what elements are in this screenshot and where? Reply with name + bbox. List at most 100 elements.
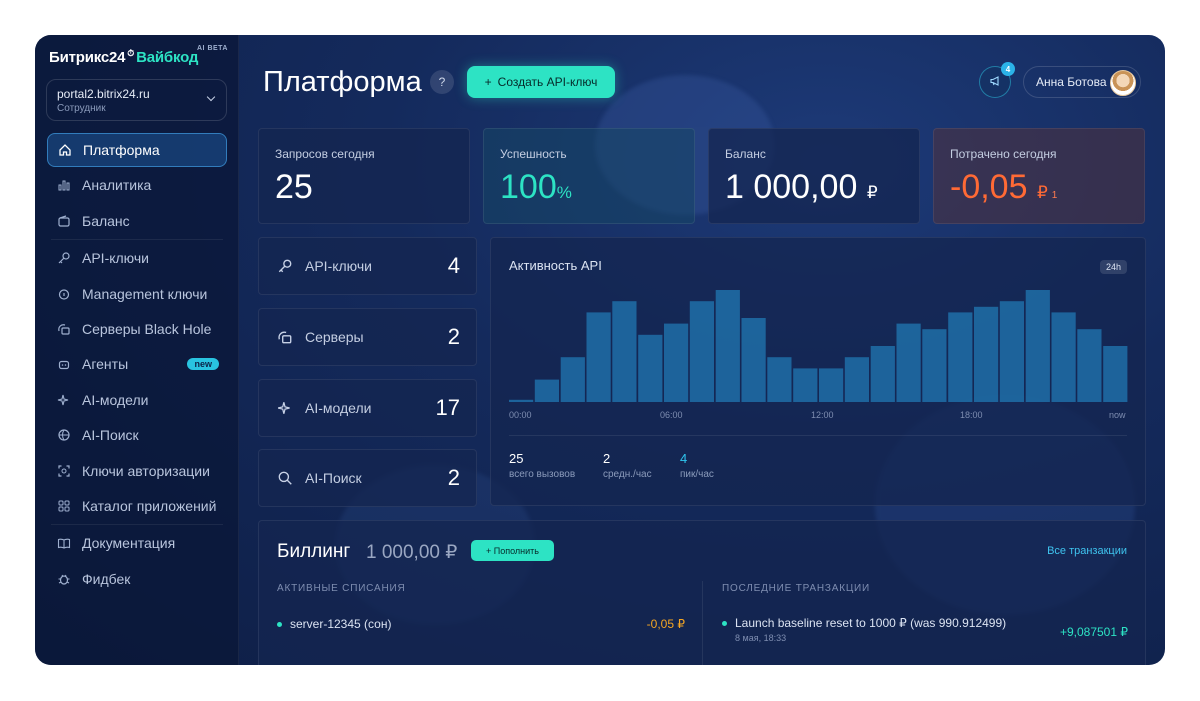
summary-count: 2: [447, 324, 460, 349]
list-item[interactable]: server-12345 (сон) -0,05 ₽: [277, 617, 685, 631]
chart-bar: [1051, 312, 1076, 402]
new-badge: new: [187, 358, 219, 371]
summary-count: 4: [447, 253, 460, 278]
chart-stat-avg: 2 средн./час: [603, 451, 652, 480]
key-icon: [277, 258, 293, 274]
summary-label: API-ключи: [305, 258, 372, 274]
portal-selector[interactable]: portal2.bitrix24.ru Сотрудник: [46, 79, 227, 121]
brand-name: Битрикс24: [49, 49, 126, 66]
sparkle-icon: [57, 393, 71, 407]
create-api-key-button[interactable]: + Создать API-ключ: [467, 66, 615, 98]
activity-bar-chart: [509, 290, 1128, 402]
sidebar-item-app-catalog[interactable]: Каталог приложений: [47, 489, 227, 523]
api-activity-chart-card: Активность API 24h 00:00 06:00 12:00 18:…: [490, 237, 1146, 506]
grid-icon: [57, 499, 71, 513]
notification-count-badge: 4: [1001, 62, 1015, 76]
stat-label: Успешность: [500, 147, 567, 161]
sidebar-item-label: Серверы Black Hole: [82, 320, 212, 337]
summary-count: 17: [435, 395, 460, 420]
sidebar-item-label: Баланс: [82, 212, 130, 229]
sidebar-item-docs[interactable]: Документация: [47, 526, 227, 560]
billing-amount: 1 000,00 ₽: [366, 542, 458, 563]
sidebar-item-black-hole-servers[interactable]: Серверы Black Hole: [47, 312, 227, 346]
sidebar-item-platform[interactable]: Платформа: [47, 133, 227, 167]
summary-card-servers[interactable]: Серверы 2: [258, 308, 477, 366]
summary-card-api-keys[interactable]: API-ключи 4: [258, 237, 477, 295]
beta-badge: AI BETA: [197, 45, 228, 52]
robot-icon: [57, 357, 71, 371]
sidebar-item-feedback[interactable]: Фидбек: [47, 562, 227, 596]
stat-card-balance: Баланс 1 000,00 ₽: [708, 128, 920, 224]
chart-stat-value: 2: [603, 451, 611, 466]
globe-icon: [57, 428, 71, 442]
chart-bar: [844, 357, 869, 402]
bug-icon: [57, 572, 71, 586]
summary-card-ai-models[interactable]: AI-модели 17: [258, 379, 477, 437]
transaction-title: Launch baseline reset to 1000 ₽ (was 990…: [735, 616, 1007, 630]
sidebar-item-ai-search[interactable]: AI-Поиск: [47, 418, 227, 452]
billing-card: Биллинг 1 000,00 ₽ + Пополнить Все транз…: [258, 520, 1146, 665]
help-button[interactable]: ?: [430, 70, 454, 94]
active-charges-heading: АКТИВНЫЕ СПИСАНИЯ: [277, 583, 406, 594]
chart-bar: [560, 357, 585, 402]
chart-bar: [870, 346, 895, 402]
sparkle-icon: [277, 400, 293, 416]
face-id-icon: [57, 464, 71, 478]
status-dot: [722, 621, 727, 627]
sidebar-item-management-keys[interactable]: Management ключи: [47, 277, 227, 311]
all-transactions-link[interactable]: Все транзакции: [1047, 545, 1127, 557]
list-item[interactable]: Launch baseline reset to 1000 ₽ (was 990…: [722, 616, 1128, 643]
sidebar-item-auth-keys[interactable]: Ключи авторизации: [47, 454, 227, 488]
brand-product: Вайбкод: [136, 49, 199, 66]
stat-label: Баланс: [725, 147, 766, 161]
stat-number: 100: [500, 168, 557, 206]
sidebar-item-balance[interactable]: Баланс: [47, 204, 227, 238]
summary-card-ai-search[interactable]: AI-Поиск 2: [258, 449, 477, 507]
brand-logo[interactable]: Битрикс24 ⏱ Вайбкод AI BETA: [49, 45, 227, 66]
chart-bar: [767, 357, 792, 402]
chart-bar: [664, 323, 689, 402]
avatar: [1110, 70, 1136, 96]
chart-bar: [509, 399, 534, 402]
sidebar-item-api-keys[interactable]: API-ключи: [47, 241, 227, 275]
chart-bar: [638, 334, 663, 402]
nav-divider: [51, 524, 223, 526]
user-menu[interactable]: Анна Ботова: [1023, 66, 1141, 98]
clock-icon: ⏱: [127, 48, 135, 58]
top-up-button[interactable]: + Пополнить: [471, 540, 554, 561]
stat-label: Потрачено сегодня: [950, 147, 1057, 161]
summary-label: Серверы: [305, 329, 364, 345]
sidebar-item-label: AI-Поиск: [82, 427, 139, 444]
stat-value: 100%: [500, 168, 678, 207]
sidebar-item-ai-models[interactable]: AI-модели: [47, 383, 227, 417]
chart-bar: [819, 368, 844, 402]
user-name: Анна Ботова: [1036, 75, 1107, 89]
chart-bar: [612, 301, 637, 402]
sidebar-item-label: Фидбек: [82, 570, 131, 587]
server-icon: [277, 329, 293, 345]
stat-card-spent: Потрачено сегодня -0,05 ₽1: [933, 128, 1145, 224]
chart-bar: [999, 301, 1024, 402]
x-axis-ticks: 00:00 06:00 12:00 18:00 now: [509, 410, 1129, 422]
app-window: Битрикс24 ⏱ Вайбкод AI BETA portal2.bitr…: [35, 35, 1165, 665]
tick-label: now: [1109, 410, 1126, 420]
sidebar-item-label: Каталог приложений: [82, 497, 217, 514]
tick-label: 18:00: [960, 410, 983, 420]
charge-name: server-12345 (сон): [290, 617, 392, 631]
stat-unit: ₽: [1036, 183, 1048, 202]
chart-stat-value: 25: [509, 451, 524, 466]
sidebar-item-agents[interactable]: Агенты new: [47, 347, 227, 381]
server-icon: [57, 322, 71, 336]
chart-bar: [948, 312, 973, 402]
sidebar-item-analytics[interactable]: Аналитика: [47, 168, 227, 202]
stat-card-success: Успешность 100%: [483, 128, 695, 224]
stat-number: -0,05: [950, 168, 1028, 206]
book-icon: [57, 536, 71, 550]
chart-stat-label: средн./час: [603, 469, 652, 480]
range-chip[interactable]: 24h: [1099, 260, 1127, 274]
sidebar-item-label: AI-модели: [82, 391, 149, 408]
stat-subscript: 1: [1051, 190, 1058, 201]
chart-stat-total: 25 всего вызовов: [509, 451, 575, 480]
chart-bar: [1077, 329, 1102, 402]
search-icon: [277, 470, 293, 486]
